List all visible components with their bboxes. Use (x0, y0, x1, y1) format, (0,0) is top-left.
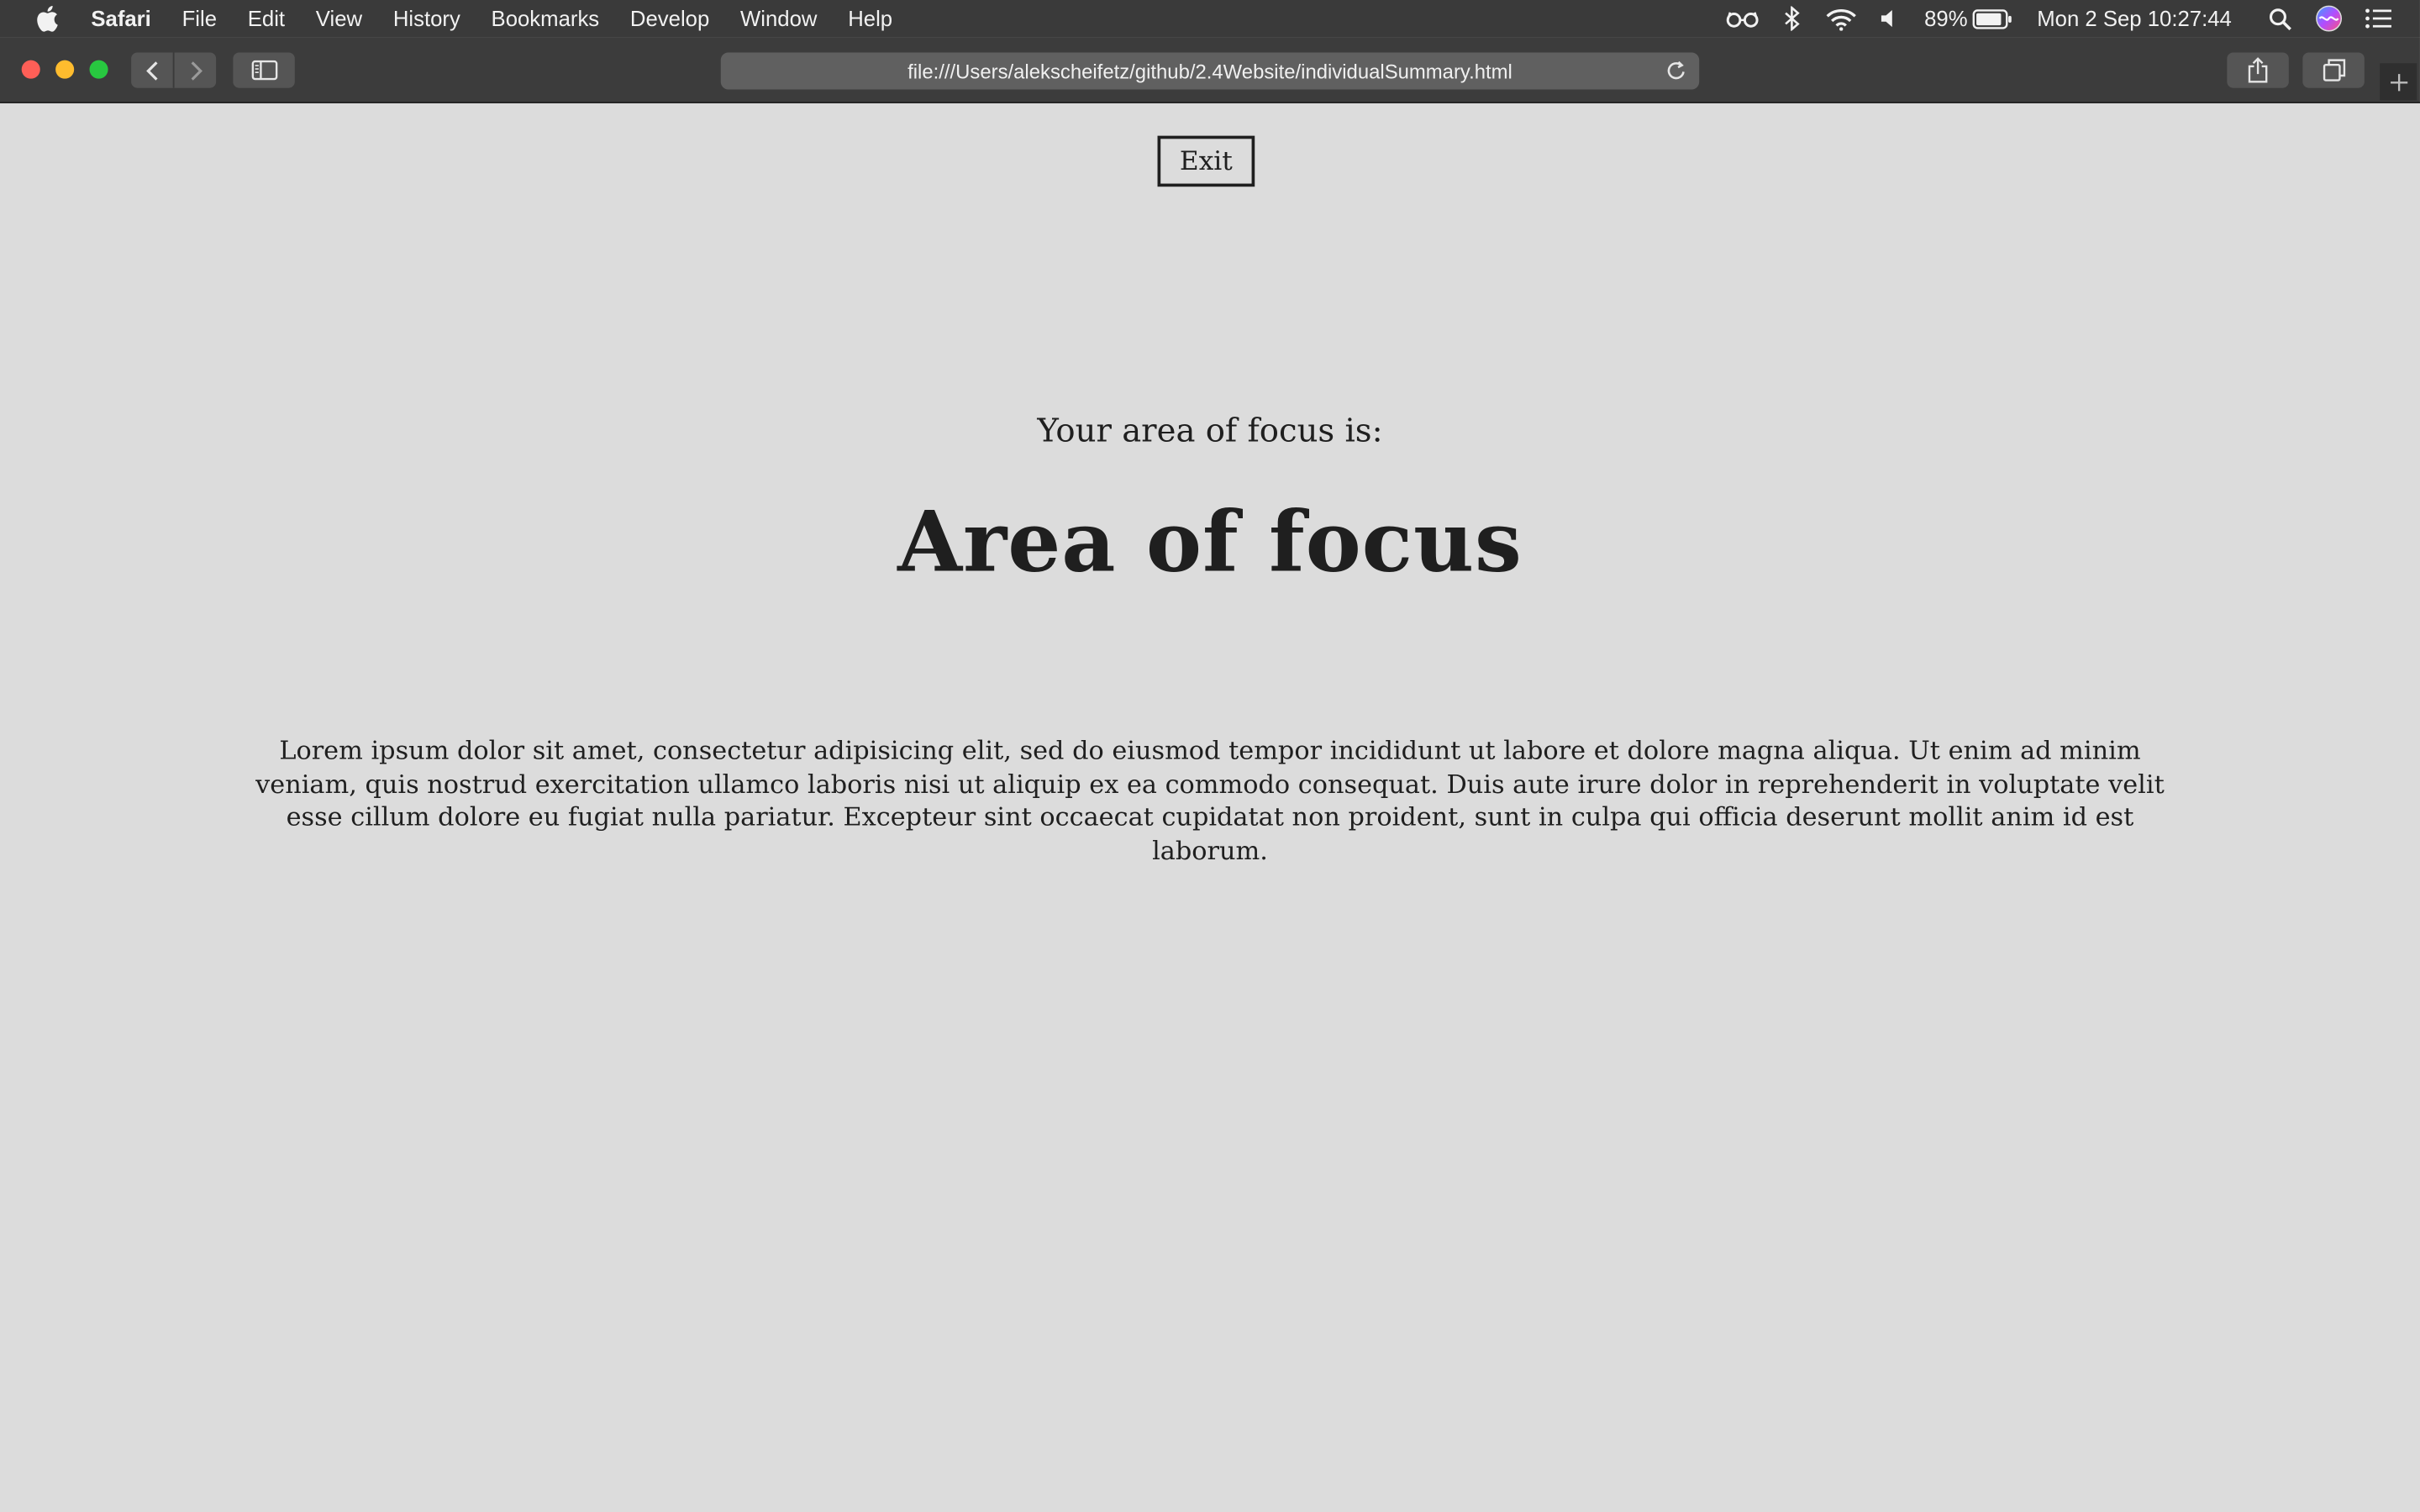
apple-icon[interactable] (33, 5, 60, 33)
glasses-icon[interactable] (1722, 0, 1762, 37)
forward-button[interactable] (172, 52, 216, 88)
sidebar-icon (250, 60, 277, 81)
siri-icon[interactable] (2309, 0, 2349, 37)
back-button[interactable] (131, 52, 173, 87)
menu-help[interactable]: Help (833, 0, 908, 37)
status-area: 89% Mon 2 Sep 10:27:44 (1718, 0, 2420, 37)
web-page: Exit Your area of focus is: Area of focu… (0, 103, 2420, 1512)
battery-percent[interactable]: 89% (1924, 6, 1967, 30)
share-icon (2248, 57, 2268, 83)
menu-file[interactable]: File (166, 0, 232, 37)
menu-view[interactable]: View (300, 0, 377, 37)
address-bar[interactable]: file:///Users/alekscheifetz/github/2.4We… (720, 52, 1700, 90)
menu-bar: Safari File Edit View History Bookmarks … (0, 0, 2420, 38)
menu-history[interactable]: History (377, 0, 476, 37)
tab-overview-button[interactable] (2302, 52, 2365, 88)
window-zoom-button[interactable] (89, 60, 108, 79)
menu-edit[interactable]: Edit (232, 0, 300, 37)
window-minimize-button[interactable] (55, 60, 75, 79)
bluetooth-icon[interactable] (1771, 0, 1812, 37)
plus-icon (2390, 73, 2407, 91)
reload-icon[interactable] (1662, 57, 1690, 85)
page-title: Area of focus (897, 491, 1523, 591)
chevron-right-icon (190, 60, 203, 80)
notification-center-icon[interactable] (2358, 0, 2398, 37)
tab-overview-icon (2322, 59, 2345, 81)
browser-toolbar: file:///Users/alekscheifetz/github/2.4We… (0, 37, 2420, 104)
menu-develop[interactable]: Develop (615, 0, 725, 37)
battery-icon[interactable] (1970, 0, 2013, 37)
chevron-left-icon (145, 60, 157, 80)
volume-icon[interactable] (1870, 0, 1911, 37)
url-text: file:///Users/alekscheifetz/github/2.4We… (908, 59, 1512, 83)
exit-button[interactable]: Exit (1157, 135, 1255, 187)
new-tab-button[interactable] (2380, 63, 2417, 101)
navigation-buttons (131, 52, 217, 88)
clock[interactable]: Mon 2 Sep 10:27:44 (2037, 6, 2232, 30)
description-paragraph: Lorem ipsum dolor sit amet, consectetur … (255, 736, 2165, 865)
menu-safari[interactable]: Safari (87, 0, 166, 37)
spotlight-search-icon[interactable] (2260, 0, 2300, 37)
wifi-icon[interactable] (1821, 0, 1861, 37)
screen: Safari File Edit View History Bookmarks … (0, 0, 2420, 1512)
menu-window[interactable]: Window (725, 0, 833, 37)
focus-subtitle: Your area of focus is: (1037, 412, 1383, 449)
window-close-button[interactable] (21, 60, 40, 79)
share-button[interactable] (2227, 52, 2289, 88)
sidebar-toggle-button[interactable] (233, 52, 295, 88)
menu-bookmarks[interactable]: Bookmarks (476, 0, 614, 37)
